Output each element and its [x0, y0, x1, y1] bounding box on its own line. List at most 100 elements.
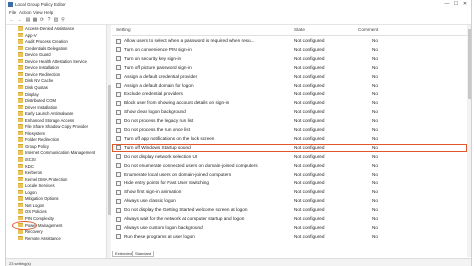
policy-row[interactable]: Turn on security key sign-in Not configur…: [112, 55, 467, 63]
tab-standard[interactable]: Standard: [132, 251, 155, 257]
close-button[interactable]: ✕: [461, 1, 469, 8]
folder-icon: [18, 215, 23, 221]
help-icon[interactable]: ?: [46, 17, 52, 23]
tree-item[interactable]: Disk NV Cache: [18, 78, 53, 84]
policy-row[interactable]: Turn on convenience PIN sign-in Not confi…: [112, 46, 467, 54]
column-header-state[interactable]: State: [294, 27, 305, 33]
policy-setting-name: Always use custom logon background: [124, 224, 203, 230]
menu-help[interactable]: Help: [44, 10, 53, 15]
tree-item[interactable]: Device Installation: [18, 65, 59, 71]
tree-item[interactable]: Credentials Delegation: [18, 45, 67, 52]
policy-comment: No: [372, 171, 378, 177]
tree-item[interactable]: Display: [18, 91, 39, 98]
policy-comment: No: [372, 233, 378, 239]
policy-setting-icon: [116, 145, 121, 151]
policy-row-highlighted[interactable]: Turn off Windows Startup sound Not config…: [112, 143, 467, 152]
policy-row[interactable]: Block user from showing account details …: [112, 99, 467, 107]
back-icon[interactable]: ←: [9, 17, 15, 23]
policy-row[interactable]: Always wait for the network at computer …: [112, 215, 467, 223]
list-scrollbar-thumb[interactable]: [467, 29, 471, 99]
policy-comment: No: [372, 144, 378, 150]
tree-item[interactable]: Internet Communication Management: [18, 150, 95, 156]
policy-setting-icon: [116, 172, 121, 177]
tree-item[interactable]: Distributed COM: [18, 98, 56, 104]
policy-comment: No: [372, 55, 378, 61]
policy-setting-name: Show first sign-in animation: [124, 189, 182, 195]
tree-item[interactable]: Filesystem: [18, 130, 45, 137]
tree-item[interactable]: KDC: [18, 163, 34, 170]
show-hide-tree-icon[interactable]: ▤: [25, 17, 31, 23]
policy-row[interactable]: Show first sign-in animation Not configur…: [112, 188, 467, 196]
maximize-button[interactable]: ☐: [452, 1, 460, 8]
tree-item[interactable]: App-V: [18, 32, 37, 39]
policy-row[interactable]: Do not process the legacy run list Not co…: [112, 117, 467, 125]
refresh-icon[interactable]: ⟳: [39, 17, 45, 23]
header-divider: [112, 35, 467, 36]
folder-icon: [18, 124, 23, 129]
policy-row[interactable]: Run these programs at user logon Not conf…: [112, 233, 467, 241]
view-icon[interactable]: ▥: [53, 17, 59, 23]
policy-setting-name: Enumerate local users on domain-joined c…: [124, 171, 232, 177]
policy-row[interactable]: Do not enumerate connected users on doma…: [112, 162, 467, 170]
tree-item[interactable]: Folder Redirection: [18, 137, 59, 143]
tree-item[interactable]: Remote Assistance: [18, 235, 61, 242]
tree-item[interactable]: Group Policy: [18, 143, 49, 150]
policy-comment: No: [372, 118, 378, 124]
minimize-button[interactable]: —: [443, 1, 451, 8]
tree-scrollbar[interactable]: [106, 25, 111, 258]
policy-row[interactable]: Do not display network selection UI Not c…: [112, 153, 467, 161]
tree-item[interactable]: Device Redirection: [18, 71, 60, 78]
folder-icon: [18, 91, 23, 96]
forward-icon[interactable]: →: [16, 17, 22, 23]
tree-item[interactable]: File Share Shadow Copy Provider: [18, 124, 88, 130]
policy-row[interactable]: Always use custom logon background Not co…: [112, 224, 467, 232]
policy-row[interactable]: Do not process the run once list Not conf…: [112, 126, 467, 134]
tree-item[interactable]: Audit Process Creation: [18, 39, 68, 45]
column-header-comment[interactable]: Comment: [358, 27, 378, 33]
tree-item[interactable]: Device Health Attestation Service: [18, 58, 87, 65]
policy-row[interactable]: Show clear logon background Not configure…: [112, 108, 467, 116]
policy-row[interactable]: Allow users to select when a password is…: [112, 37, 467, 45]
policy-row[interactable]: Exclude credential providers Not configur…: [112, 90, 467, 98]
policy-row[interactable]: Enumerate local users on domain-joined c…: [112, 171, 467, 179]
properties-icon[interactable]: ▦: [32, 17, 38, 23]
tree-item[interactable]: Logon: [18, 189, 37, 196]
policy-row[interactable]: Assign a default credential provider Not …: [112, 73, 467, 81]
menu-bar: File Action View Help: [6, 9, 471, 16]
policy-row[interactable]: Do not display the Getting Started welco…: [112, 206, 467, 214]
menu-file[interactable]: File: [9, 10, 16, 15]
policy-state: Not configured: [294, 127, 325, 132]
policy-row[interactable]: Turn off picture password sign-in Not con…: [112, 64, 467, 72]
policy-row[interactable]: Hide entry points for Fast User Switchin…: [112, 179, 467, 187]
column-header-setting[interactable]: Setting: [116, 27, 131, 33]
tree-item[interactable]: Disk Quotas: [18, 84, 48, 91]
tree-item[interactable]: Enhanced Storage Access: [18, 117, 74, 124]
policy-row[interactable]: Assign a default domain for logon Not con…: [112, 82, 467, 90]
policy-setting-name: Allow users to select when a password is…: [124, 38, 255, 43]
tree-item[interactable]: Access-Denied Assistance: [18, 26, 74, 32]
tree-item[interactable]: iSCSI: [18, 157, 36, 163]
tree-item[interactable]: Mitigation Options: [18, 196, 59, 202]
filter-icon[interactable]: ⚲: [60, 17, 66, 23]
menu-action[interactable]: Action: [19, 10, 32, 15]
tree-item[interactable]: Kernel DMA Protection: [18, 176, 67, 183]
policy-setting-icon: [116, 189, 121, 195]
policy-setting-icon: [116, 56, 121, 62]
folder-icon: [18, 39, 23, 44]
tree-item[interactable]: Locale Services: [18, 183, 55, 189]
tree-item[interactable]: Kerberos: [18, 170, 42, 176]
tree-item[interactable]: OS Policies: [18, 209, 47, 215]
tree-item[interactable]: Early Launch Antimalware: [18, 111, 73, 117]
folder-icon: [18, 163, 23, 169]
policy-row[interactable]: Turn off app notifications on the lock s…: [112, 135, 467, 143]
tree-item[interactable]: Device Guard: [18, 52, 51, 58]
tree-scrollbar-thumb[interactable]: [107, 85, 111, 215]
tree-item[interactable]: Driver Installation: [18, 104, 57, 111]
menu-view[interactable]: View: [33, 10, 43, 15]
list-scrollbar[interactable]: [467, 25, 471, 257]
tree-item[interactable]: Net Logon: [18, 202, 44, 209]
policy-row[interactable]: Always use classic logon Not configured No: [112, 197, 467, 205]
policy-setting-name: Run these programs at user logon: [124, 233, 195, 239]
folder-icon: [18, 143, 23, 149]
folder-icon: [18, 52, 23, 57]
